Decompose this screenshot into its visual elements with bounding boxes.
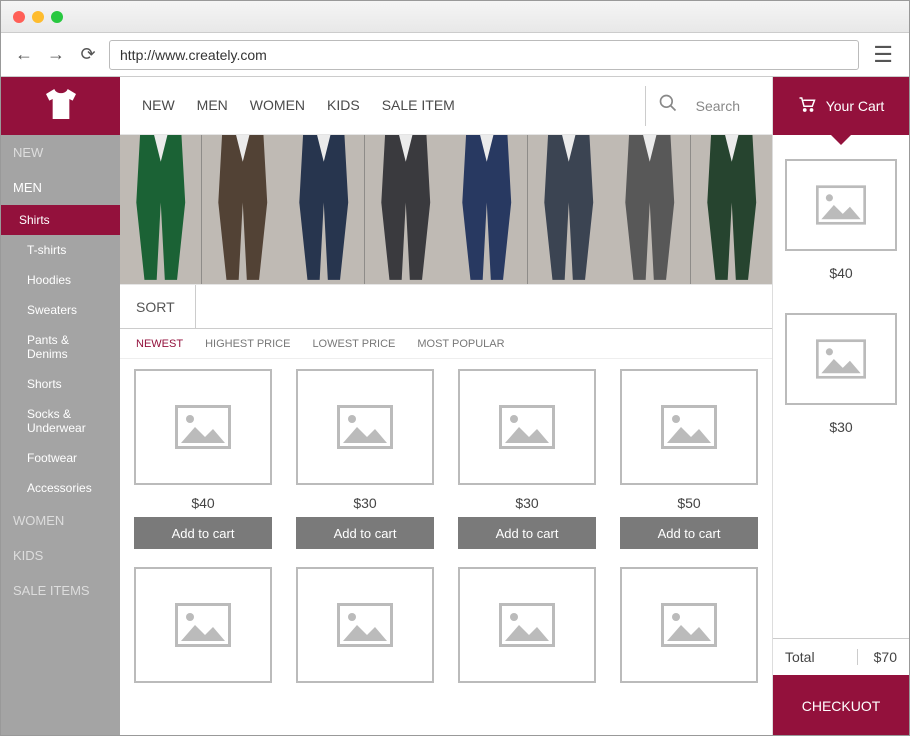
product-image[interactable]	[134, 567, 272, 683]
banner-image	[283, 135, 365, 284]
product-card: $40 Add to cart	[134, 369, 272, 549]
sidebar: NEWMENShirtsT-shirtsHoodiesSweatersPants…	[1, 77, 120, 736]
sidebar-item[interactable]: Pants & Denims	[1, 325, 120, 369]
checkout-button[interactable]: CHECKUOT	[773, 675, 909, 736]
minimize-dot-icon[interactable]	[32, 11, 44, 23]
product-card: $30 Add to cart	[458, 369, 596, 549]
cart-item-image[interactable]	[785, 313, 897, 405]
top-nav: NEW MEN WOMEN KIDS SALE ITEM Search	[120, 77, 772, 135]
product-card: $30 Add to cart	[296, 369, 434, 549]
back-button[interactable]: ←	[13, 44, 35, 65]
product-image[interactable]	[458, 567, 596, 683]
window-titlebar	[1, 1, 909, 33]
banner-image	[528, 135, 610, 284]
cart-total-value: $70	[858, 649, 897, 665]
sidebar-item[interactable]: Shirts	[1, 205, 120, 235]
product-price: $40	[191, 495, 214, 511]
sort-option[interactable]: NEWEST	[136, 338, 183, 350]
close-dot-icon[interactable]	[13, 11, 25, 23]
divider	[645, 86, 646, 126]
cart-total-row: Total $70	[773, 638, 909, 675]
sidebar-item[interactable]: Shorts	[1, 369, 120, 399]
sidebar-item[interactable]: Footwear	[1, 443, 120, 473]
cart-header[interactable]: Your Cart	[773, 77, 909, 135]
sidebar-item[interactable]: WOMEN	[1, 503, 120, 538]
cart-panel: Your Cart $40 $30 Total $70 CHECKUOT	[772, 77, 909, 736]
cart-item-price: $30	[829, 419, 852, 435]
sidebar-item[interactable]: Hoodies	[1, 265, 120, 295]
banner-image	[365, 135, 447, 284]
nav-item[interactable]: KIDS	[327, 97, 360, 113]
sort-option[interactable]: LOWEST PRICE	[312, 338, 395, 350]
nav-item[interactable]: MEN	[197, 97, 228, 113]
cart-item-price: $40	[829, 265, 852, 281]
product-card	[620, 567, 758, 683]
sidebar-item[interactable]: KIDS	[1, 538, 120, 573]
sidebar-item[interactable]: T-shirts	[1, 235, 120, 265]
sort-option[interactable]: MOST POPULAR	[417, 338, 504, 350]
product-price: $30	[353, 495, 376, 511]
product-image[interactable]	[620, 567, 758, 683]
forward-button[interactable]: →	[45, 44, 67, 65]
sidebar-item[interactable]: NEW	[1, 135, 120, 170]
search-icon[interactable]	[658, 93, 678, 118]
product-price: $30	[515, 495, 538, 511]
sidebar-item[interactable]: MEN	[1, 170, 120, 205]
sort-label: SORT	[136, 285, 196, 328]
nav-item[interactable]: SALE ITEM	[382, 97, 455, 113]
browser-toolbar: ← → ⟳ http://www.creately.com ☰	[1, 33, 909, 77]
product-image[interactable]	[296, 567, 434, 683]
product-card: $50 Add to cart	[620, 369, 758, 549]
sidebar-item[interactable]: Sweaters	[1, 295, 120, 325]
sort-option[interactable]: HIGHEST PRICE	[205, 338, 290, 350]
banner-image	[609, 135, 691, 284]
add-to-cart-button[interactable]: Add to cart	[620, 517, 758, 549]
product-image[interactable]	[458, 369, 596, 485]
sidebar-item[interactable]: SALE ITEMS	[1, 573, 120, 608]
nav-item[interactable]: NEW	[142, 97, 175, 113]
cart-item-image[interactable]	[785, 159, 897, 251]
sort-bar: SORT	[120, 285, 772, 329]
product-card	[134, 567, 272, 683]
product-grid: $40 Add to cart $30 Add to cart $30 Add to …	[120, 359, 772, 736]
banner-image	[202, 135, 284, 284]
search-input[interactable]: Search	[696, 98, 750, 114]
product-image[interactable]	[134, 369, 272, 485]
cart-header-label: Your Cart	[826, 98, 885, 114]
product-card	[458, 567, 596, 683]
tshirt-icon	[41, 84, 81, 129]
reload-button[interactable]: ⟳	[77, 44, 99, 65]
banner-image	[120, 135, 202, 284]
add-to-cart-button[interactable]: Add to cart	[458, 517, 596, 549]
nav-item[interactable]: WOMEN	[250, 97, 305, 113]
maximize-dot-icon[interactable]	[51, 11, 63, 23]
sidebar-item[interactable]: Socks & Underwear	[1, 399, 120, 443]
banner-image	[691, 135, 773, 284]
cart-icon	[798, 96, 816, 117]
hamburger-icon[interactable]: ☰	[869, 42, 897, 68]
product-image[interactable]	[296, 369, 434, 485]
main-content: NEW MEN WOMEN KIDS SALE ITEM Search	[120, 77, 772, 736]
product-price: $50	[677, 495, 700, 511]
sidebar-item[interactable]: Accessories	[1, 473, 120, 503]
url-input[interactable]: http://www.creately.com	[109, 40, 859, 70]
product-image[interactable]	[620, 369, 758, 485]
hero-banner	[120, 135, 772, 285]
product-card	[296, 567, 434, 683]
logo[interactable]	[1, 77, 120, 135]
banner-image	[446, 135, 528, 284]
cart-total-label: Total	[785, 649, 858, 665]
add-to-cart-button[interactable]: Add to cart	[134, 517, 272, 549]
sort-options: NEWEST HIGHEST PRICE LOWEST PRICE MOST POPU…	[120, 329, 772, 359]
add-to-cart-button[interactable]: Add to cart	[296, 517, 434, 549]
